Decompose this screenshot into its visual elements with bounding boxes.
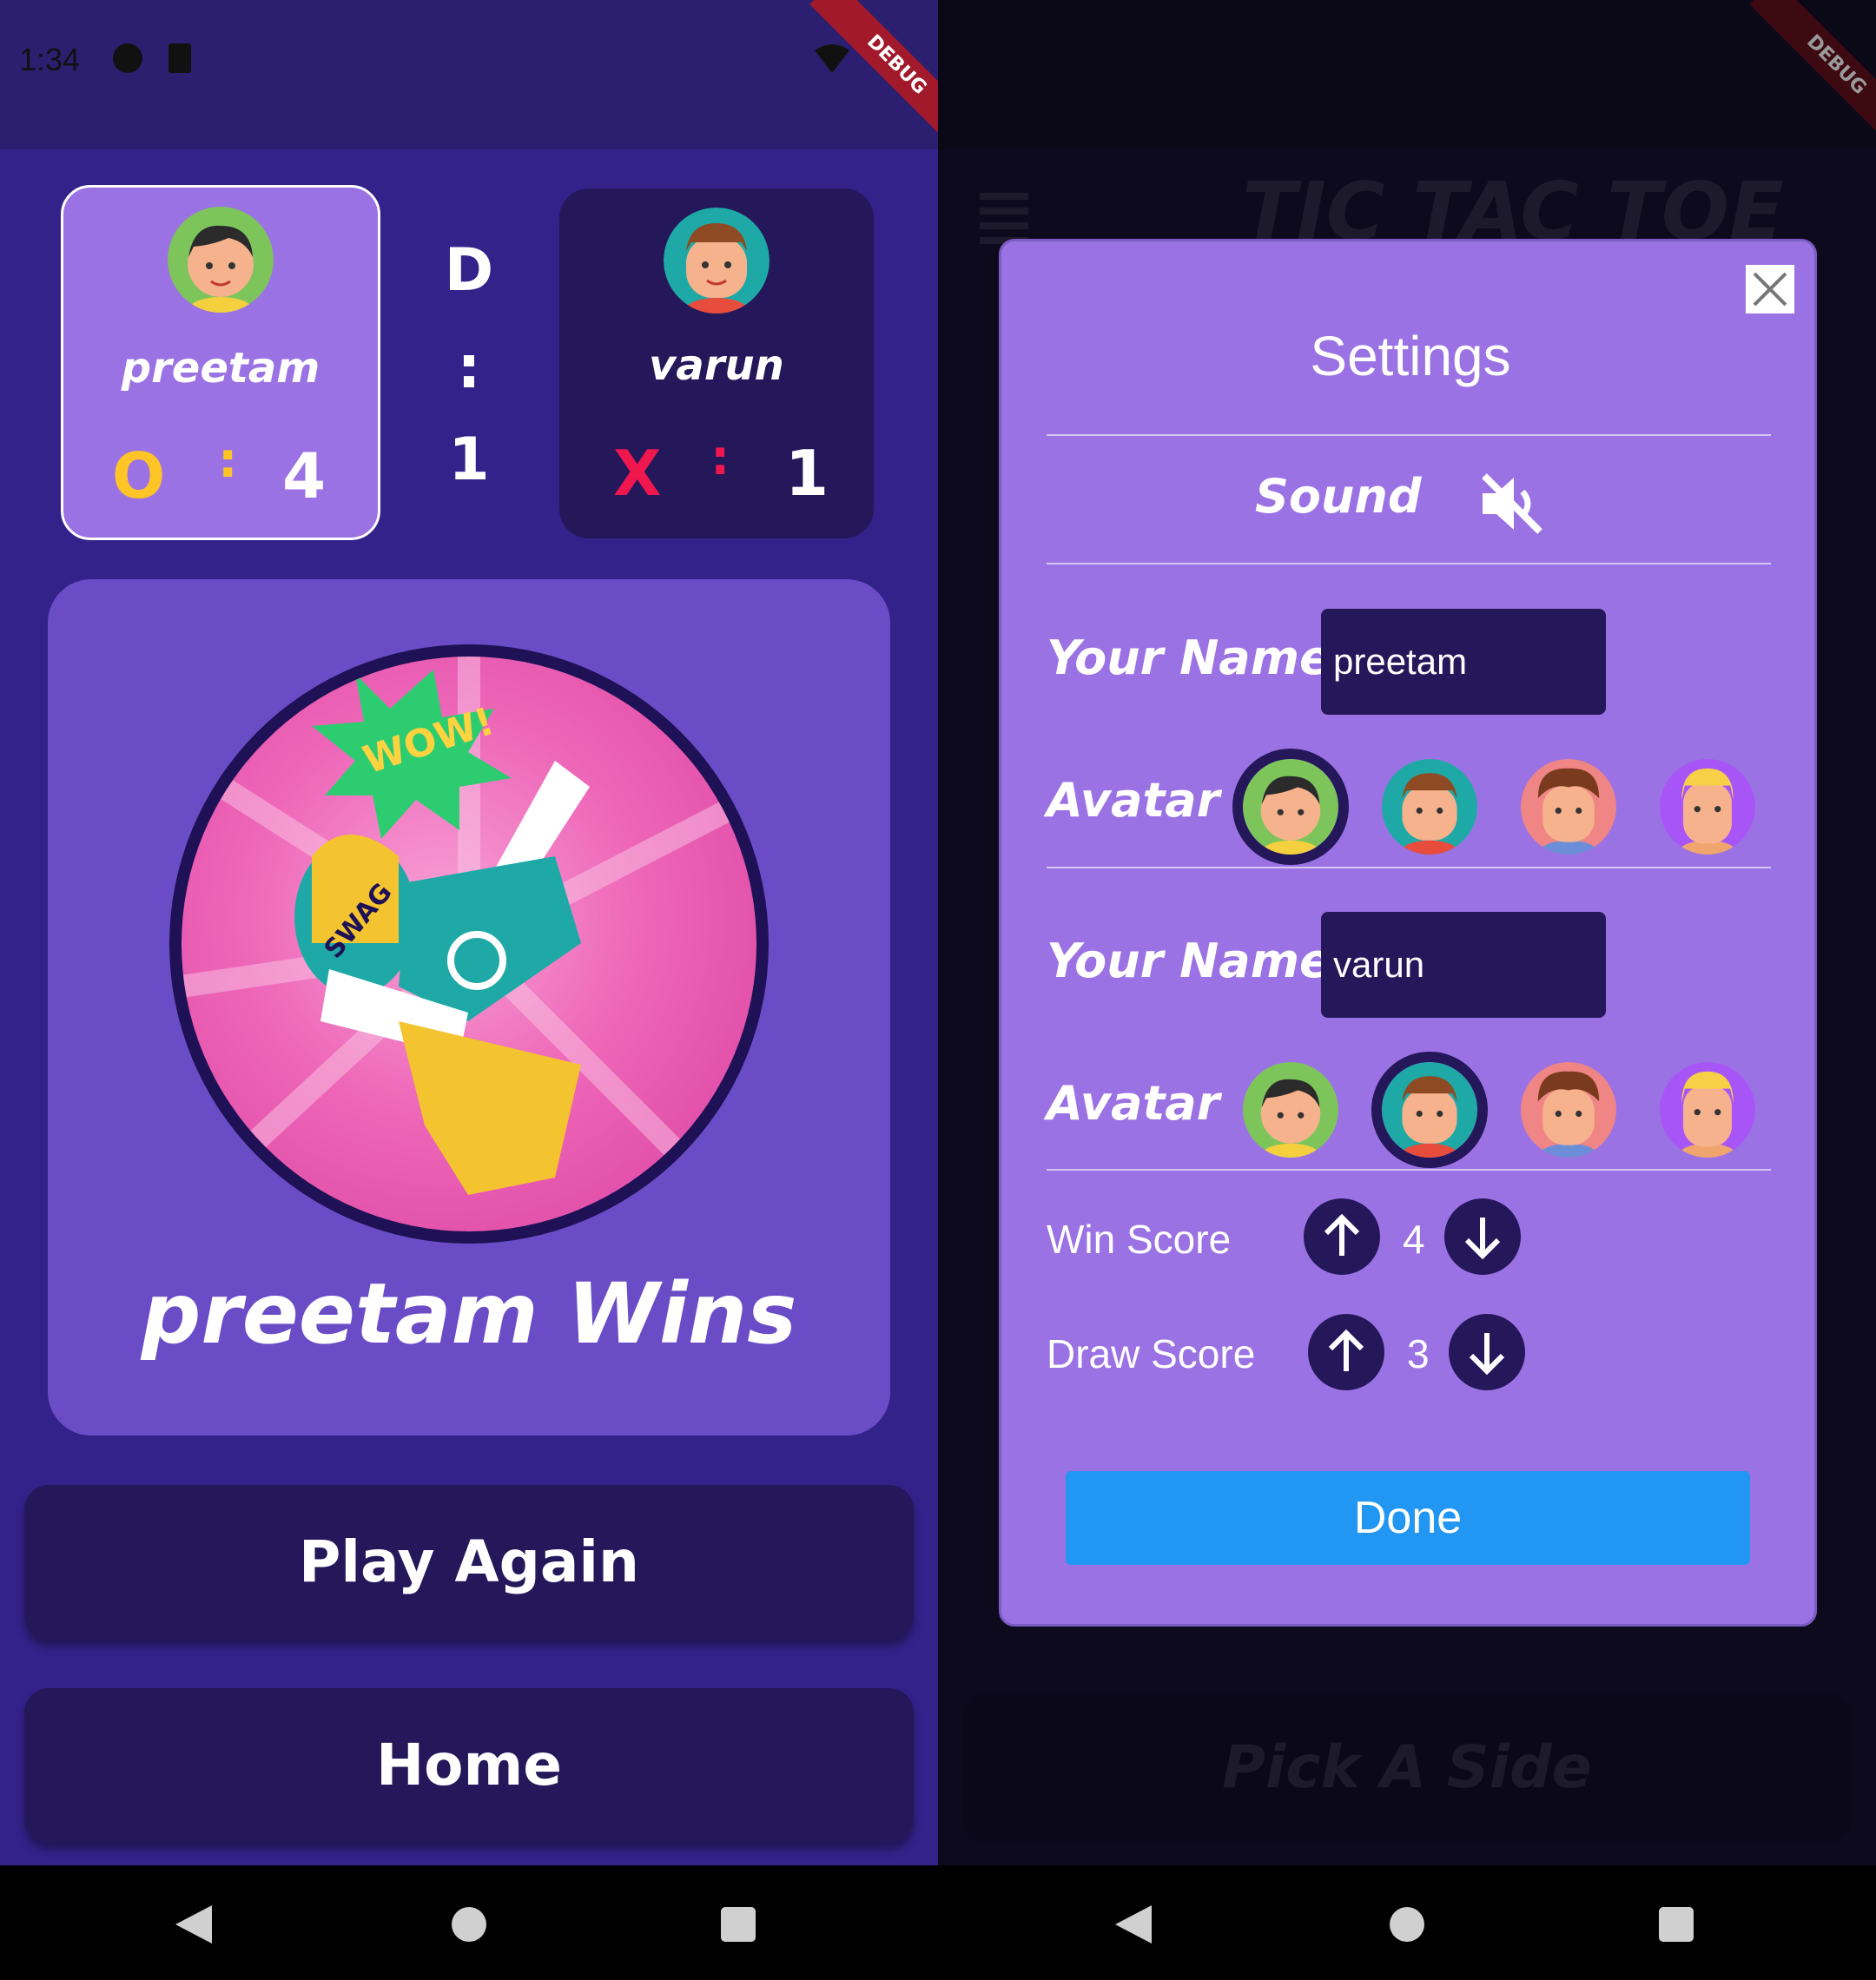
status-time: 1:34	[19, 42, 81, 77]
divider	[1047, 867, 1771, 868]
divider	[1047, 434, 1771, 436]
menu-icon[interactable]	[980, 193, 1028, 244]
p2-name-label: Your Name	[1047, 934, 1331, 988]
player1-score-card: preetam O : 4	[61, 185, 380, 540]
win-score-decrease-button[interactable]	[1444, 1198, 1521, 1275]
draw-label: D	[444, 236, 494, 305]
p1-avatar-label: Avatar	[1047, 773, 1220, 828]
settings-dialog: Settings Sound Your Name preetam Avatar …	[999, 239, 1817, 1627]
player2-score: 1	[785, 437, 829, 510]
p1-name-label: Your Name	[1047, 630, 1331, 685]
volume-off-icon	[1482, 473, 1542, 534]
draw-separator: :	[457, 333, 481, 402]
winner-badge: WOW! SWAG	[169, 644, 769, 1244]
arrow-down-icon	[1469, 1333, 1505, 1376]
winner-panel: WOW! SWAG preetam Wins	[48, 579, 890, 1436]
home-nav-icon[interactable]	[1390, 1907, 1424, 1942]
close-button[interactable]	[1746, 265, 1794, 314]
sound-label: Sound	[1255, 469, 1422, 524]
player1-symbol: O	[112, 439, 166, 512]
draw-score-decrease-button[interactable]	[1449, 1314, 1525, 1390]
game-result-screen: 1:34 DEBUG preetam O : 4 D : 1 varun X :…	[0, 0, 938, 1865]
wifi-icon	[815, 44, 849, 73]
debug-banner: DEBUG	[809, 0, 938, 152]
winner-text: preetam Wins	[141, 1265, 797, 1363]
recents-icon[interactable]	[1659, 1907, 1694, 1942]
player1-avatar	[168, 207, 274, 313]
back-icon[interactable]	[174, 1904, 214, 1945]
arrow-up-icon	[1324, 1213, 1360, 1256]
settings-title: Settings	[1310, 325, 1511, 387]
win-score-value: 4	[1403, 1217, 1425, 1262]
arrow-up-icon	[1328, 1329, 1364, 1371]
p1-avatar-option-2[interactable]	[1382, 759, 1477, 855]
player2-symbol: X	[613, 437, 662, 510]
back-icon[interactable]	[1113, 1904, 1153, 1945]
home-nav-icon[interactable]	[452, 1907, 486, 1942]
settings-screen: DEBUG TIC TAC TOE Pick A Side Settings S…	[938, 0, 1876, 1865]
arrow-down-icon	[1464, 1218, 1501, 1260]
sound-toggle[interactable]	[1477, 469, 1547, 538]
win-score-increase-button[interactable]	[1304, 1198, 1380, 1275]
p2-name-input[interactable]: varun	[1321, 912, 1606, 1018]
draw-score-value: 3	[1407, 1331, 1430, 1376]
draw-score-increase-button[interactable]	[1308, 1314, 1384, 1390]
status-bar: 1:34 DEBUG	[0, 0, 938, 152]
status-bar-dimmed: DEBUG	[938, 0, 1876, 152]
p2-avatar-option-2[interactable]	[1382, 1062, 1477, 1158]
done-button[interactable]: Done	[1066, 1471, 1750, 1565]
navigation-bar	[0, 1865, 1876, 1980]
divider	[1047, 1169, 1771, 1171]
recents-icon[interactable]	[721, 1907, 756, 1942]
draw-score: 1	[448, 426, 490, 494]
win-score-label: Win Score	[1047, 1217, 1232, 1262]
p2-avatar-option-4[interactable]	[1660, 1062, 1755, 1158]
player1-name: preetam	[121, 344, 320, 393]
dab-illustration: WOW! SWAG	[182, 657, 756, 1231]
player2-avatar	[664, 208, 770, 314]
p1-avatar-option-1[interactable]	[1243, 759, 1338, 855]
p2-avatar-option-3[interactable]	[1521, 1062, 1616, 1158]
sd-card-icon	[168, 43, 191, 73]
player1-separator: :	[218, 432, 238, 489]
home-button[interactable]: Home	[24, 1688, 914, 1843]
player2-score-card: varun X : 1	[559, 188, 874, 538]
player1-score: 4	[282, 439, 327, 512]
data-saver-icon	[113, 43, 142, 73]
close-icon	[1753, 272, 1787, 307]
p1-avatar-option-3[interactable]	[1521, 759, 1616, 855]
debug-banner: DEBUG	[1749, 0, 1876, 152]
player2-separator: :	[710, 430, 730, 486]
player2-name: varun	[649, 341, 784, 390]
p1-name-input[interactable]: preetam	[1321, 609, 1606, 715]
divider	[1047, 563, 1771, 564]
draw-score-label: Draw Score	[1047, 1331, 1256, 1376]
p2-avatar-label: Avatar	[1047, 1076, 1220, 1131]
p2-avatar-option-1[interactable]	[1243, 1062, 1338, 1158]
p1-avatar-option-4[interactable]	[1660, 759, 1755, 855]
play-again-button[interactable]: Play Again	[24, 1485, 914, 1640]
pick-side-button[interactable]: Pick A Side	[962, 1692, 1852, 1845]
